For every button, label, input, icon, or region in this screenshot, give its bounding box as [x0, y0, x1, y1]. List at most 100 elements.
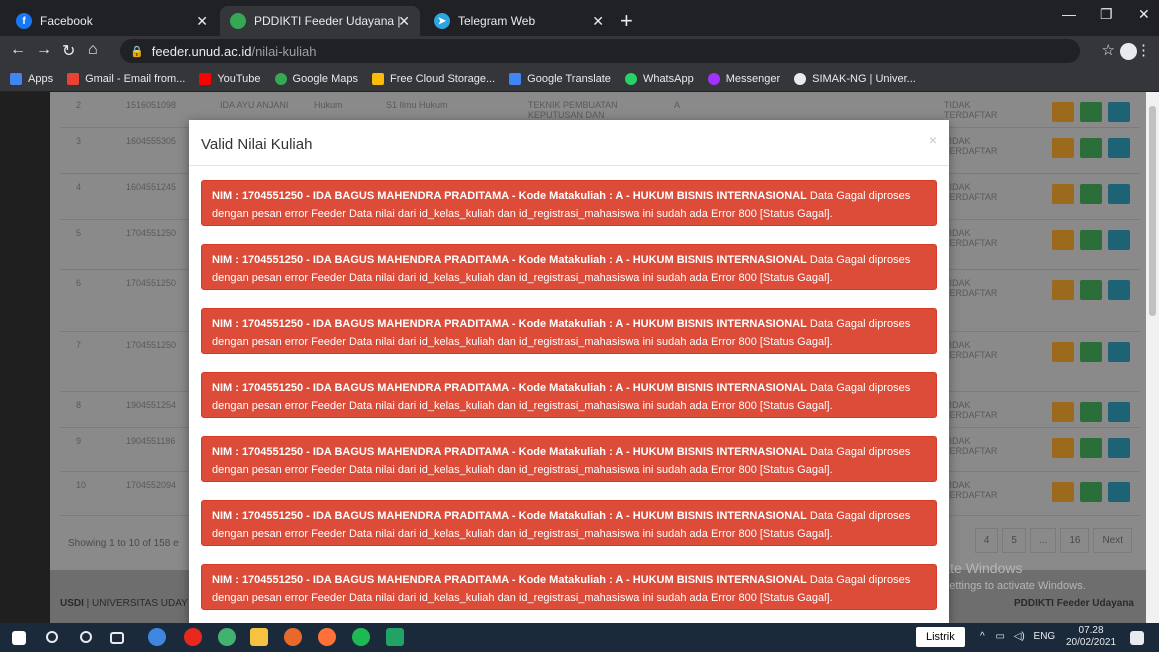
network-icon[interactable]: ▭	[995, 631, 1004, 642]
tab-telegram[interactable]: ➤ Telegram Web ✕	[424, 6, 614, 36]
lock-icon: 🔒	[130, 45, 144, 58]
row-prodi: Hukum	[314, 100, 343, 110]
tab-close-icon[interactable]: ✕	[398, 13, 410, 30]
excel-icon[interactable]	[386, 628, 404, 646]
alert-heading: NIM : 1704551250 - IDA BAGUS MAHENDRA PR…	[212, 574, 807, 586]
edit-button[interactable]	[1052, 280, 1074, 300]
info-button[interactable]	[1108, 184, 1130, 204]
tray-chevron-icon[interactable]: ^	[980, 631, 985, 642]
firefox-icon[interactable]	[318, 628, 336, 646]
edit-button[interactable]	[1052, 402, 1074, 422]
volume-icon[interactable]: ◁)	[1014, 631, 1025, 642]
info-button[interactable]	[1108, 102, 1130, 122]
info-button[interactable]	[1108, 280, 1130, 300]
bookmark-google-translate[interactable]: Google Translate	[509, 72, 611, 85]
tab-facebook[interactable]: f Facebook ✕	[6, 6, 218, 36]
language-indicator[interactable]: ENG	[1034, 631, 1056, 642]
windows-start-icon[interactable]	[12, 631, 26, 645]
bookmark-whatsapp[interactable]: WhatsApp	[624, 72, 694, 85]
check-button[interactable]	[1080, 184, 1102, 204]
info-button[interactable]	[1108, 438, 1130, 458]
bookmark-google-maps[interactable]: Google Maps	[274, 72, 358, 85]
forward-icon[interactable]: →	[36, 41, 52, 59]
row-actions	[1052, 230, 1130, 250]
edit-button[interactable]	[1052, 184, 1074, 204]
info-button[interactable]	[1108, 482, 1130, 502]
check-button[interactable]	[1080, 402, 1102, 422]
spotify-icon[interactable]	[352, 628, 370, 646]
home-icon[interactable]: ⌂	[88, 41, 98, 59]
page-scrollbar[interactable]	[1146, 92, 1159, 623]
next-page-button[interactable]: Next	[1093, 528, 1132, 553]
edit-button[interactable]	[1052, 102, 1074, 122]
check-button[interactable]	[1080, 230, 1102, 250]
listrik-button[interactable]: Listrik	[916, 627, 965, 647]
chrome-icon[interactable]	[218, 628, 236, 646]
check-button[interactable]	[1080, 280, 1102, 300]
minimize-button[interactable]: —	[1062, 6, 1076, 22]
info-button[interactable]	[1108, 342, 1130, 362]
footer-left: USDI | UNIVERSITAS UDAY	[60, 598, 188, 609]
bookmark-label: Apps	[28, 72, 54, 85]
edge-icon[interactable]	[148, 628, 166, 646]
file-explorer-icon[interactable]	[250, 628, 268, 646]
check-button[interactable]	[1080, 138, 1102, 158]
bookmark-label: Gmail - Email from...	[85, 72, 186, 85]
alert-heading: NIM : 1704551250 - IDA BAGUS MAHENDRA PR…	[212, 190, 807, 202]
edit-button[interactable]	[1052, 230, 1074, 250]
search-icon[interactable]	[46, 631, 58, 643]
cortana-icon[interactable]	[80, 631, 92, 643]
modal-close-button[interactable]: ×	[929, 132, 937, 148]
row-status: TIDAK TERDAFTAR	[944, 228, 998, 248]
close-window-button[interactable]: ✕	[1138, 6, 1150, 23]
error-alert: NIM : 1704551250 - IDA BAGUS MAHENDRA PR…	[201, 436, 937, 482]
bookmark-label: YouTube	[217, 72, 261, 85]
notifications-icon[interactable]	[1130, 631, 1144, 645]
footer-brand: USDI	[60, 598, 84, 609]
page-link[interactable]: 4	[974, 528, 999, 553]
opera-icon[interactable]	[184, 628, 202, 646]
new-tab-button[interactable]: +	[620, 8, 633, 34]
bookmark-youtube[interactable]: YouTube	[199, 72, 261, 85]
back-icon[interactable]: ←	[10, 41, 26, 59]
page-link[interactable]: 5	[1002, 528, 1026, 553]
check-button[interactable]	[1080, 102, 1102, 122]
bookmark-star-icon[interactable]: ☆	[1102, 41, 1115, 59]
edit-button[interactable]	[1052, 138, 1074, 158]
bookmark-messenger[interactable]: Messenger	[707, 72, 780, 85]
taskbar-clock[interactable]: 07.28 20/02/2021	[1066, 625, 1116, 649]
bookmark-gmail[interactable]: Gmail - Email from...	[67, 72, 186, 85]
browser-menu-icon[interactable]: ⋮	[1136, 41, 1151, 59]
check-button[interactable]	[1080, 342, 1102, 362]
scrollbar-thumb[interactable]	[1149, 106, 1156, 316]
restore-button[interactable]: ❐	[1100, 6, 1113, 23]
tab-pddikti[interactable]: PDDIKTI Feeder Udayana | Mana ✕	[220, 6, 420, 36]
tab-title: Telegram Web	[458, 14, 536, 28]
bookmark-simak[interactable]: SIMAK-NG | Univer...	[794, 72, 916, 85]
check-button[interactable]	[1080, 438, 1102, 458]
page-link[interactable]: 16	[1060, 528, 1090, 553]
check-button[interactable]	[1080, 482, 1102, 502]
edit-button[interactable]	[1052, 482, 1074, 502]
reload-icon[interactable]: ↻	[62, 41, 75, 61]
edit-button[interactable]	[1052, 342, 1074, 362]
alert-heading: NIM : 1704551250 - IDA BAGUS MAHENDRA PR…	[212, 318, 807, 330]
tab-close-icon[interactable]: ✕	[196, 13, 208, 30]
profile-avatar-icon[interactable]	[1120, 43, 1137, 60]
address-bar[interactable]: 🔒 feeder.unud.ac.id/nilai-kuliah	[120, 39, 1080, 63]
bookmark-apps[interactable]: Apps	[10, 72, 54, 85]
bookmark-cloud-storage[interactable]: Free Cloud Storage...	[371, 72, 495, 85]
app-icon[interactable]	[284, 628, 302, 646]
tab-close-icon[interactable]: ✕	[592, 13, 604, 30]
apps-grid-icon	[10, 72, 22, 85]
row-status: TIDAK TERDAFTAR	[944, 400, 998, 420]
info-button[interactable]	[1108, 138, 1130, 158]
page-ellipsis: ...	[1029, 528, 1057, 553]
info-button[interactable]	[1108, 402, 1130, 422]
bookmark-label: SIMAK-NG | Univer...	[812, 72, 916, 85]
edit-button[interactable]	[1052, 438, 1074, 458]
info-button[interactable]	[1108, 230, 1130, 250]
row-jenjang: S1 Ilmu Hukum	[386, 100, 448, 110]
task-view-icon[interactable]	[110, 632, 124, 644]
row-nim: 1904551254	[126, 400, 177, 410]
